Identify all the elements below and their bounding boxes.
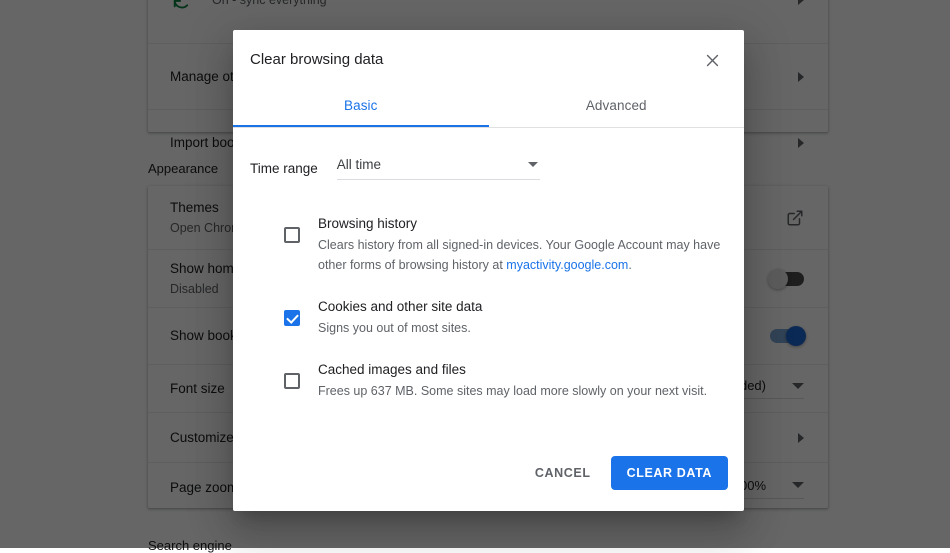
time-range-row: Time range All time (233, 128, 744, 180)
option-description: Clears history from all signed-in device… (318, 235, 722, 275)
option-title: Cached images and files (318, 360, 722, 380)
time-range-value: All time (337, 157, 381, 172)
dialog-title: Clear browsing data (250, 50, 696, 70)
clear-browsing-data-dialog: Clear browsing data Basic Advanced Time … (233, 30, 744, 511)
clear-data-button[interactable]: CLEAR DATA (611, 456, 728, 490)
chevron-down-icon (528, 162, 538, 167)
dialog-tabs: Basic Advanced (233, 90, 744, 128)
checkbox-cookies-site-data[interactable] (284, 310, 300, 326)
dialog-actions: CANCEL CLEAR DATA (233, 435, 744, 511)
option-description: Frees up 637 MB. Some sites may load mor… (318, 381, 722, 401)
dialog-titlebar: Clear browsing data (233, 30, 744, 90)
option-title: Cookies and other site data (318, 297, 722, 317)
myactivity-link[interactable]: myactivity.google.com (506, 258, 628, 272)
time-range-select[interactable]: All time (337, 157, 540, 180)
cancel-button[interactable]: CANCEL (521, 457, 605, 489)
tab-basic[interactable]: Basic (233, 90, 489, 127)
dialog-body: Time range All time Browsing history Cle… (233, 128, 744, 435)
option-description: Signs you out of most sites. (318, 318, 722, 338)
option-cached-images-files[interactable]: Cached images and files Frees up 637 MB.… (233, 351, 744, 401)
close-icon[interactable] (696, 44, 728, 76)
option-description-tail: . (628, 258, 631, 272)
option-browsing-history[interactable]: Browsing history Clears history from all… (233, 205, 744, 275)
checkbox-browsing-history[interactable] (284, 227, 300, 243)
checkbox-cached-images-files[interactable] (284, 373, 300, 389)
data-type-list: Browsing history Clears history from all… (233, 205, 744, 401)
tab-advanced[interactable]: Advanced (489, 90, 745, 127)
tab-active-indicator (233, 125, 489, 127)
option-title: Browsing history (318, 214, 722, 234)
time-range-label: Time range (250, 161, 318, 176)
option-cookies-site-data[interactable]: Cookies and other site data Signs you ou… (233, 288, 744, 338)
